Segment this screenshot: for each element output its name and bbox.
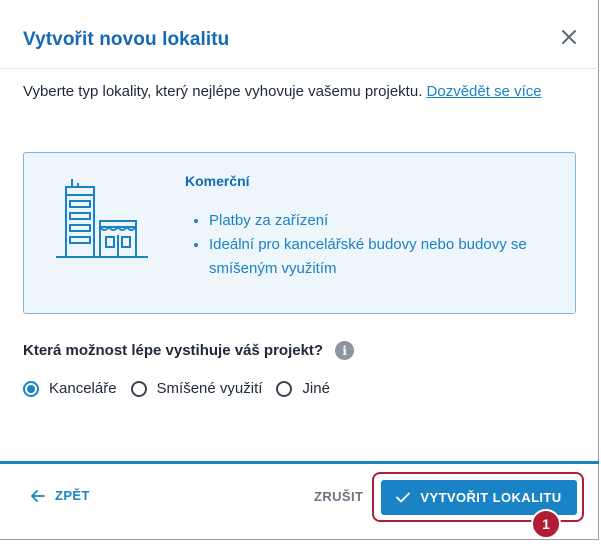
cancel-button[interactable]: ZRUŠIT bbox=[314, 489, 363, 504]
back-button[interactable]: ZPĚT bbox=[31, 488, 90, 503]
create-label: VYTVOŘIT LOKALITU bbox=[420, 490, 562, 505]
close-icon bbox=[562, 30, 576, 44]
info-icon[interactable]: i bbox=[335, 341, 355, 360]
learn-more-link[interactable]: Dozvědět se více bbox=[427, 83, 542, 100]
check-icon bbox=[396, 492, 411, 503]
project-type-radio-group: Kanceláře Smíšené využití Jiné bbox=[23, 380, 344, 397]
card-title: Komerční bbox=[185, 173, 250, 189]
create-site-dialog: Vytvořit novou lokalitu Vyberte typ loka… bbox=[0, 0, 599, 540]
building-icon bbox=[56, 179, 148, 258]
radio-label: Smíšené využití bbox=[156, 380, 263, 397]
card-bullet: Platby za zařízení bbox=[209, 209, 589, 233]
question-label: Která možnost lépe vystihuje váš projekt… bbox=[23, 342, 324, 359]
intro-text: Vyberte typ lokality, který nejlépe vyho… bbox=[23, 80, 563, 103]
header-divider bbox=[0, 68, 599, 69]
intro-description: Vyberte typ lokality, který nejlépe vyho… bbox=[23, 83, 427, 100]
radio-option-mixed-use[interactable]: Smíšené využití bbox=[130, 380, 263, 397]
radio-button-selected[interactable] bbox=[23, 380, 39, 397]
close-button[interactable] bbox=[557, 25, 581, 49]
step-badge: 1 bbox=[531, 509, 561, 539]
radio-label: Jiné bbox=[302, 380, 330, 397]
footer-accent-bar bbox=[0, 461, 599, 464]
card-bullets: Platby za zařízení Ideální pro kancelářs… bbox=[185, 209, 589, 281]
radio-label: Kanceláře bbox=[49, 380, 117, 397]
radio-option-offices[interactable]: Kanceláře bbox=[23, 380, 117, 397]
site-type-card-commercial[interactable]: Komerční Platby za zařízení Ideální pro … bbox=[23, 152, 576, 314]
dialog-title: Vytvořit novou lokalitu bbox=[23, 29, 230, 50]
card-bullet: Ideální pro kancelářské budovy nebo budo… bbox=[209, 233, 589, 281]
radio-button[interactable] bbox=[276, 380, 293, 397]
arrow-left-icon bbox=[31, 489, 45, 502]
project-question: Která možnost lépe vystihuje váš projekt… bbox=[23, 341, 355, 360]
radio-button[interactable] bbox=[130, 380, 147, 397]
radio-option-other[interactable]: Jiné bbox=[276, 380, 330, 397]
back-label: ZPĚT bbox=[55, 488, 90, 503]
